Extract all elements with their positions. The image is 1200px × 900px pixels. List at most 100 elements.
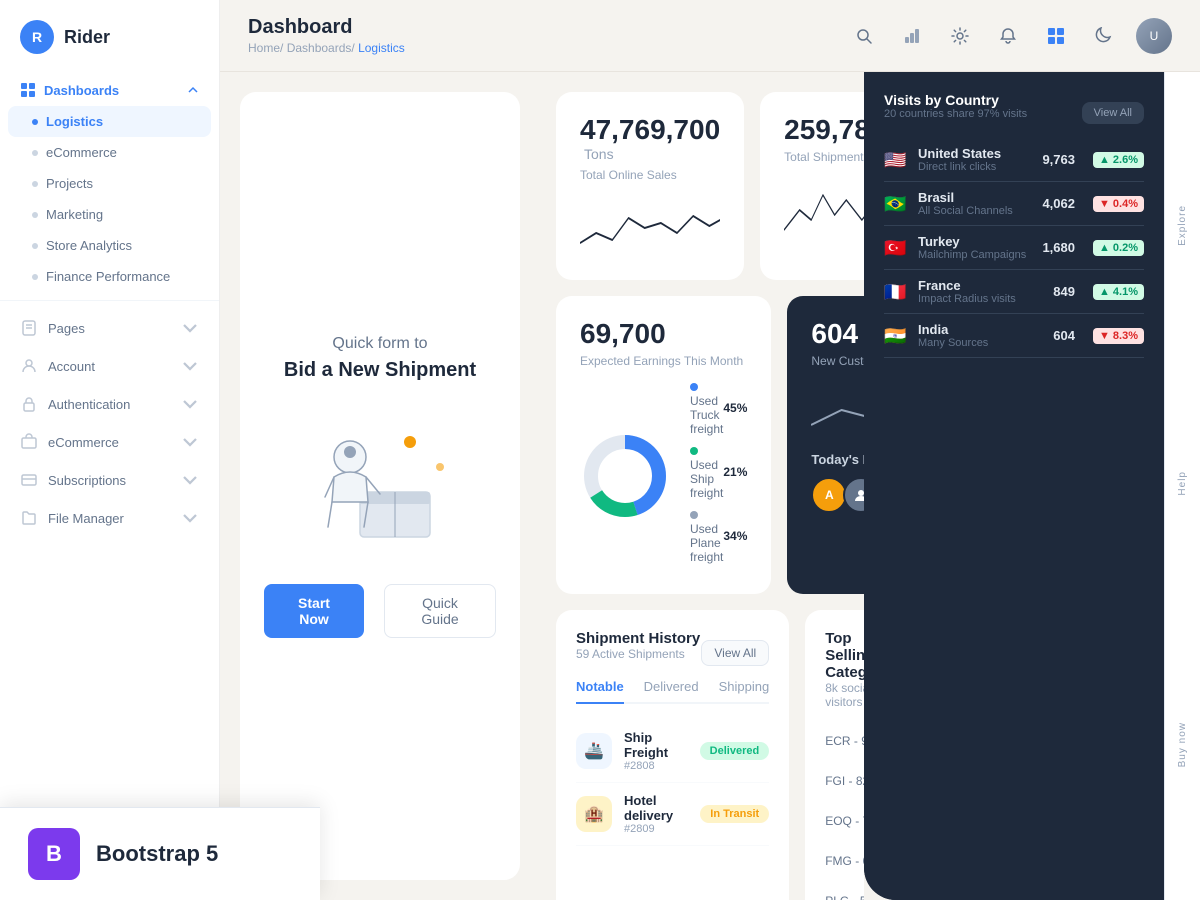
breadcrumb-active: Logistics bbox=[358, 41, 405, 55]
search-icon[interactable] bbox=[848, 20, 880, 52]
shipment-row-2: 🏨 Hotel delivery #2809 In Transit bbox=[576, 783, 769, 846]
sidebar-label-subscriptions: Subscriptions bbox=[48, 473, 126, 488]
ship-status-2: In Transit bbox=[700, 805, 769, 823]
settings-icon[interactable] bbox=[944, 20, 976, 52]
nav-dot-store-analytics bbox=[32, 243, 38, 249]
notifications-icon[interactable] bbox=[992, 20, 1024, 52]
sidebar-item-ecommerce-top[interactable]: eCommerce bbox=[0, 423, 219, 461]
country-change-fr: ▲ 4.1% bbox=[1093, 284, 1144, 300]
new-customers-chart bbox=[811, 380, 864, 440]
sidebar-label-marketing: Marketing bbox=[46, 207, 103, 222]
pages-icon bbox=[20, 319, 38, 337]
sidebar-item-projects[interactable]: Projects bbox=[0, 168, 219, 199]
sidebar-item-authentication[interactable]: Authentication bbox=[0, 385, 219, 423]
countries-view-all[interactable]: View All bbox=[1082, 102, 1144, 124]
country-sub-us: Direct link clicks bbox=[918, 161, 1032, 173]
countries-header: Visits by Country 20 countries share 97%… bbox=[884, 92, 1144, 134]
countries-sub: 20 countries share 97% visits bbox=[884, 108, 1027, 120]
country-sub-br: All Social Channels bbox=[918, 205, 1032, 217]
donut-legend: Used Truck freight 45% Used Ship freight… bbox=[690, 380, 747, 572]
grid-icon[interactable] bbox=[1040, 20, 1072, 52]
chevron-down-icon-2 bbox=[181, 357, 199, 375]
sidebar-item-ecommerce[interactable]: eCommerce bbox=[0, 137, 219, 168]
nav-dot-marketing bbox=[32, 212, 38, 218]
shipment-card: Quick form to Bid a New Shipment bbox=[240, 92, 520, 880]
sidebar-label-store-analytics: Store Analytics bbox=[46, 238, 132, 253]
tab-shipping[interactable]: Shipping bbox=[719, 679, 770, 702]
sidebar-item-account[interactable]: Account bbox=[0, 347, 219, 385]
cat-row-2: FGI - 82% 12,000 bbox=[825, 767, 864, 795]
right-panel: Visits by Country 20 countries share 97%… bbox=[864, 72, 1164, 900]
sidebar: R Rider Dashboards Logistics eCommerce P… bbox=[0, 0, 220, 900]
tab-notable[interactable]: Notable bbox=[576, 679, 624, 704]
country-info-tr: Turkey Mailchimp Campaigns bbox=[918, 234, 1032, 261]
buy-now-label[interactable]: Buy now bbox=[1177, 722, 1188, 767]
new-customers-label: New Customers This Month bbox=[811, 354, 864, 368]
country-val-us: 9,763 bbox=[1042, 152, 1075, 167]
country-sub-tr: Mailchimp Campaigns bbox=[918, 249, 1032, 261]
heroes-section: Today's Heroes A S P bbox=[811, 440, 864, 513]
heroes-label: Today's Heroes bbox=[811, 452, 864, 467]
total-sales-value: 47,769,700 bbox=[580, 114, 720, 145]
help-label[interactable]: Help bbox=[1177, 471, 1188, 496]
dashboards-section[interactable]: Dashboards bbox=[0, 74, 219, 106]
explore-label[interactable]: Explore bbox=[1177, 205, 1188, 246]
ship-name-1: Ship Freight bbox=[624, 730, 688, 760]
flag-us: 🇺🇸 bbox=[884, 151, 908, 169]
header: Dashboard Home/ Dashboards/ Logistics bbox=[220, 0, 1200, 72]
flag-tr: 🇹🇷 bbox=[884, 239, 908, 257]
flag-fr: 🇫🇷 bbox=[884, 283, 908, 301]
cat-row-1: ECR - 90% 15,000 bbox=[825, 727, 864, 755]
chevron-down-icon-4 bbox=[181, 433, 199, 451]
sidebar-item-file-manager[interactable]: File Manager bbox=[0, 499, 219, 537]
bottom-row: Shipment History 59 Active Shipments Vie… bbox=[556, 610, 848, 900]
sidebar-item-subscriptions[interactable]: Subscriptions bbox=[0, 461, 219, 499]
file-manager-icon bbox=[20, 509, 38, 527]
account-icon bbox=[20, 357, 38, 375]
chevron-down-icon bbox=[181, 319, 199, 337]
quick-guide-button[interactable]: Quick Guide bbox=[384, 584, 496, 638]
country-change-in: ▼ 8.3% bbox=[1093, 328, 1144, 344]
stats-area: 47,769,700 Tons Total Online Sales 259,7… bbox=[540, 72, 864, 900]
chevron-up-icon bbox=[187, 84, 199, 96]
chart-icon[interactable] bbox=[896, 20, 928, 52]
dark-mode-icon[interactable] bbox=[1088, 20, 1120, 52]
country-val-in: 604 bbox=[1053, 328, 1075, 343]
country-row-tr: 🇹🇷 Turkey Mailchimp Campaigns 1,680 ▲ 0.… bbox=[884, 226, 1144, 270]
header-title-area: Dashboard Home/ Dashboards/ Logistics bbox=[248, 16, 405, 55]
tab-delivered[interactable]: Delivered bbox=[644, 679, 699, 702]
country-info-in: India Many Sources bbox=[918, 322, 1043, 349]
hero-avatar-1: A bbox=[811, 477, 847, 513]
shipment-subtitle: Quick form to bbox=[332, 335, 427, 353]
sidebar-label-logistics: Logistics bbox=[46, 114, 103, 129]
logo: R Rider bbox=[0, 20, 219, 74]
page-title: Dashboard bbox=[248, 16, 405, 39]
sidebar-item-pages[interactable]: Pages bbox=[0, 309, 219, 347]
nav-dot-projects bbox=[32, 181, 38, 187]
categories-card: Top Selling Categories 8k social visitor… bbox=[805, 610, 864, 900]
start-now-button[interactable]: Start Now bbox=[264, 584, 364, 638]
country-sub-fr: Impact Radius visits bbox=[918, 293, 1043, 305]
sidebar-item-finance[interactable]: Finance Performance bbox=[0, 261, 219, 292]
chevron-down-icon-5 bbox=[181, 471, 199, 489]
shipment-history-sub: 59 Active Shipments bbox=[576, 647, 700, 661]
sidebar-item-logistics[interactable]: Logistics bbox=[8, 106, 211, 137]
total-sales-label: Total Online Sales bbox=[580, 168, 720, 182]
top-stats-row: 47,769,700 Tons Total Online Sales 259,7… bbox=[556, 92, 848, 280]
cat-label-1: ECR - 90% bbox=[825, 734, 864, 748]
new-customers-value: 604 bbox=[811, 318, 858, 349]
sidebar-label-account: Account bbox=[48, 359, 95, 374]
auth-icon bbox=[20, 395, 38, 413]
shipment-history-card: Shipment History 59 Active Shipments Vie… bbox=[556, 610, 789, 900]
cat-row-4: FMG - 60% 8,000 bbox=[825, 847, 864, 875]
sidebar-item-store-analytics[interactable]: Store Analytics bbox=[0, 230, 219, 261]
country-change-tr: ▲ 0.2% bbox=[1093, 240, 1144, 256]
cat-label-5: PLG - 50% bbox=[825, 894, 864, 900]
country-info-br: Brasil All Social Channels bbox=[918, 190, 1032, 217]
hero-avatar-2 bbox=[843, 477, 864, 513]
shipment-history-view-all[interactable]: View All bbox=[701, 640, 769, 666]
user-avatar[interactable]: U bbox=[1136, 18, 1172, 54]
country-name-us: United States bbox=[918, 146, 1032, 161]
sidebar-item-marketing[interactable]: Marketing bbox=[0, 199, 219, 230]
bottom-stats-row: 69,700 Expected Earnings This Month bbox=[556, 296, 848, 594]
